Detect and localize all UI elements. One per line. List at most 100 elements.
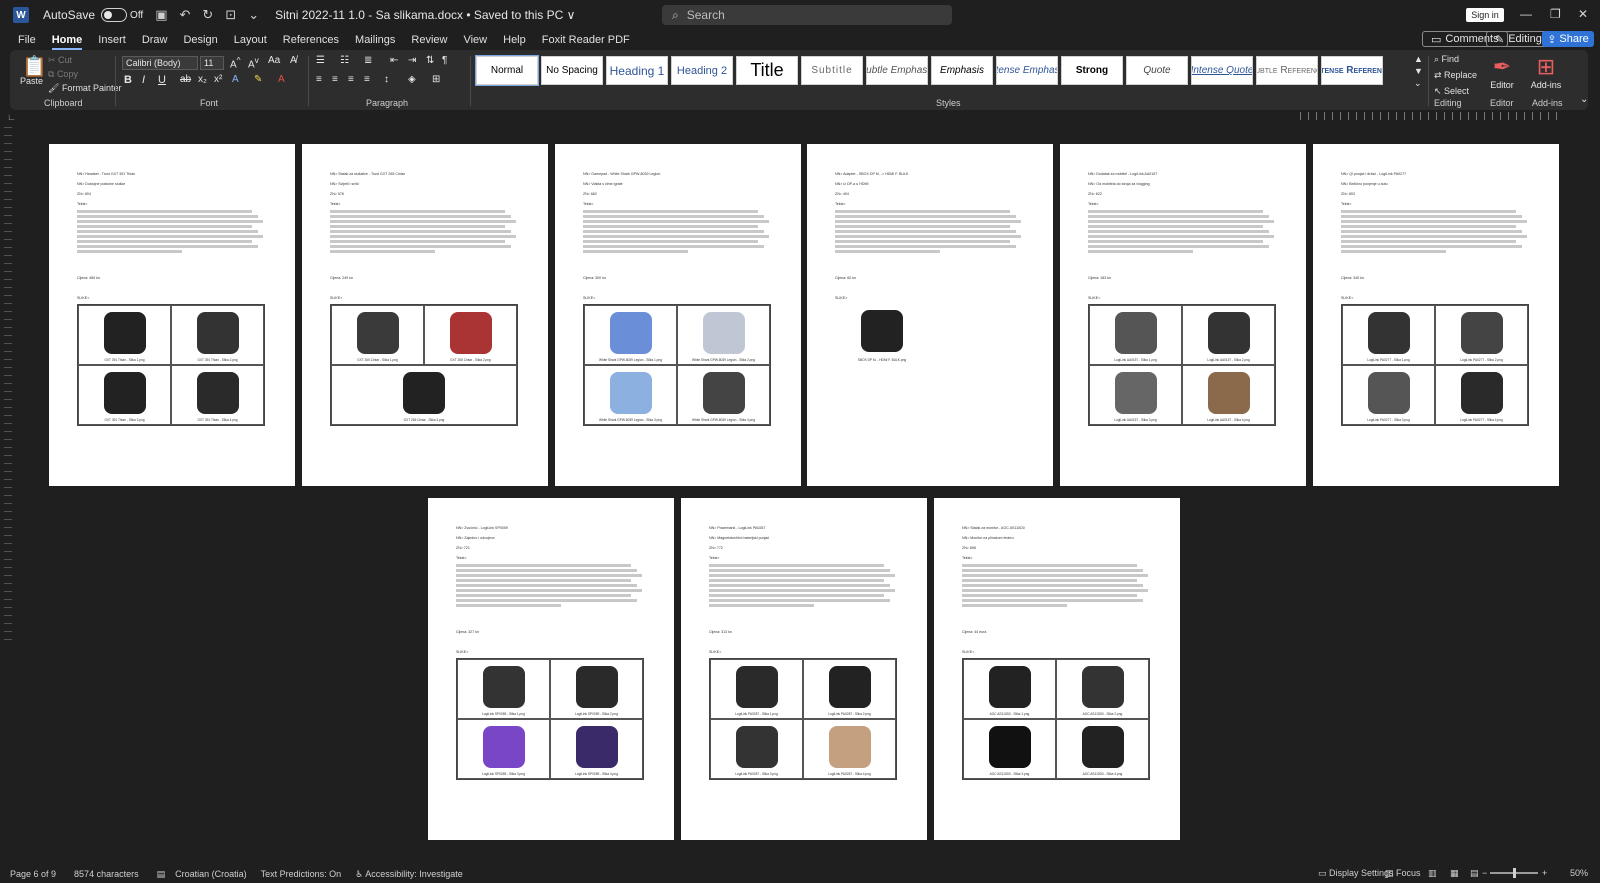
save-icon[interactable]: ▣ [155,7,167,23]
image-cell[interactable]: AOC AS110D0 - Slika 3.png [963,719,1056,779]
borders-icon[interactable]: ⊞ [432,74,440,85]
cut-button[interactable]: ✂ Cut [48,55,72,66]
image-cell[interactable]: LogiLink PA0287 - Slika 3.png [710,719,803,779]
tab-help[interactable]: Help [495,30,534,50]
style-no-spacing[interactable]: No Spacing [541,56,603,85]
superscript-icon[interactable]: x² [214,74,222,85]
read-mode-icon[interactable]: ▥ [1428,868,1437,879]
product-image[interactable] [196,312,239,354]
product-image[interactable] [1081,666,1124,708]
product-image[interactable] [861,310,903,352]
image-cell[interactable]: LogiLink PA0277 - Slika 2.png [1435,305,1528,365]
tab-draw[interactable]: Draw [134,30,176,50]
clear-formatting-icon[interactable]: A̸ [290,55,297,66]
font-size-select[interactable]: 11 [200,56,224,70]
style-emphasis[interactable]: Emphasis [931,56,993,85]
page-count[interactable]: Page 6 of 9 [10,869,56,879]
document-page[interactable]: NN> Stalak za monitor - AOC AS110D0 NN> M… [934,498,1180,840]
align-right-icon[interactable]: ≡ [348,74,354,85]
align-center-icon[interactable]: ≡ [332,74,338,85]
product-image[interactable] [103,312,146,354]
tab-file[interactable]: File [10,30,44,50]
product-image[interactable] [575,666,618,708]
tab-design[interactable]: Design [175,30,225,50]
zoom-in-icon[interactable]: + [1542,868,1547,878]
image-cell[interactable]: AOC AS110D0 - Slika 4.png [1056,719,1149,779]
web-layout-icon[interactable]: ▤ [1470,868,1479,879]
product-image[interactable] [828,726,871,768]
product-image[interactable] [988,726,1031,768]
customize-toolbar-icon[interactable]: ⌄ [248,7,259,23]
vertical-ruler[interactable] [4,127,12,647]
tab-review[interactable]: Review [403,30,455,50]
strikethrough-icon[interactable]: ab [180,74,191,85]
image-cell[interactable]: LogiLink PA0287 - Slika 4.png [803,719,896,779]
accessibility-status[interactable]: Accessibility: Investigate [365,869,463,879]
style-intense-emphasis[interactable]: Intense Emphasis [996,56,1058,85]
find-button[interactable]: ⌕ Find [1434,54,1459,65]
image-cell[interactable]: LogiLink AA0157 - Slika 4.png [1182,365,1275,425]
product-image[interactable] [735,726,778,768]
underline-icon[interactable]: U [158,74,166,86]
product-image[interactable] [609,312,652,354]
image-cell[interactable]: GXT 265 Cintar - Slika 2.png [424,305,517,365]
image-cell[interactable]: GXT 391 Thian - Slika 4.png [171,365,264,425]
share-button[interactable]: ⇪ Share [1542,31,1594,47]
style-heading-1[interactable]: Heading 1 [606,56,668,85]
font-color-icon[interactable]: A [278,74,285,85]
tab-mailings[interactable]: Mailings [347,30,403,50]
print-layout-icon[interactable]: ▦ [1450,868,1459,879]
text-effects-icon[interactable]: A [232,74,239,85]
product-image[interactable] [482,726,525,768]
styles-scroll-up-icon[interactable]: ▲ [1414,54,1423,64]
product-image[interactable] [1367,372,1410,414]
accessibility-icon[interactable]: ♿ [355,869,363,880]
change-case-icon[interactable]: Aa [268,55,280,66]
language[interactable]: Croatian (Croatia) [175,869,247,879]
collapse-ribbon-icon[interactable]: ⌄ [1580,94,1588,105]
image-cell[interactable]: White Shark GPW-8039 Legion - Slika 3.pn… [584,365,677,425]
align-left-icon[interactable]: ≡ [316,74,322,85]
paste-button[interactable]: Paste [20,76,43,86]
image-cell[interactable]: GXT 265 Cintar - Slika 3.png [331,365,517,425]
image-cell[interactable]: LogiLink PA0277 - Slika 4.png [1435,365,1528,425]
image-cell[interactable]: GXT 265 Cintar - Slika 1.png [331,305,424,365]
shading-icon[interactable]: ◈ [408,74,416,85]
tab-selector-icon[interactable]: ∟ [7,112,16,122]
text-predictions[interactable]: Text Predictions: On [261,869,342,879]
product-image[interactable] [1367,312,1410,354]
add-ins-button[interactable]: ⊞ Add-ins [1526,54,1566,90]
style-quote[interactable]: Quote [1126,56,1188,85]
horizontal-ruler[interactable] [1300,112,1558,120]
product-image[interactable] [828,666,871,708]
increase-indent-icon[interactable]: ⇥ [408,55,416,66]
proofing-icon[interactable]: ▤ [157,869,166,880]
image-cell[interactable]: SBOX DP M. - HDMI F. BULK.png [835,304,929,364]
image-cell[interactable]: LogiLink AA0157 - Slika 2.png [1182,305,1275,365]
document-page[interactable]: NN> Stalak za slušalice - Trust GXT 265 … [302,144,548,486]
style-intense-quote[interactable]: Intense Quote [1191,56,1253,85]
product-image[interactable] [1081,726,1124,768]
search-input[interactable]: ⌕ Search [662,5,952,25]
multilevel-list-icon[interactable]: ≣ [364,55,372,66]
zoom-out-icon[interactable]: − [1482,868,1487,878]
image-cell[interactable]: GXT 391 Thian - Slika 3.png [78,365,171,425]
focus-button[interactable]: ◫ Focus [1385,868,1421,879]
product-image[interactable] [1207,372,1250,414]
undo-icon[interactable]: ↶ [180,7,191,23]
sign-in-button[interactable]: Sign in [1466,8,1504,22]
style-title[interactable]: Title [736,56,798,85]
style-subtle-reference[interactable]: Subtle Reference [1256,56,1318,85]
tab-references[interactable]: References [275,30,347,50]
document-page[interactable]: NN> Headset - Trust GXT 391 Thian NN> Dos… [49,144,295,486]
product-image[interactable] [702,372,745,414]
character-count[interactable]: 8574 characters [74,869,139,879]
image-cell[interactable]: White Shark GPW-8039 Legion - Slika 1.pn… [584,305,677,365]
minimize-icon[interactable]: — [1520,7,1532,21]
product-image[interactable] [449,312,492,354]
tab-view[interactable]: View [455,30,495,50]
image-cell[interactable]: LogiLink AA0157 - Slika 1.png [1089,305,1182,365]
image-cell[interactable]: LogiLink SP0059 - Slika 3.png [457,719,550,779]
product-image[interactable] [1114,312,1157,354]
style-strong[interactable]: Strong [1061,56,1123,85]
